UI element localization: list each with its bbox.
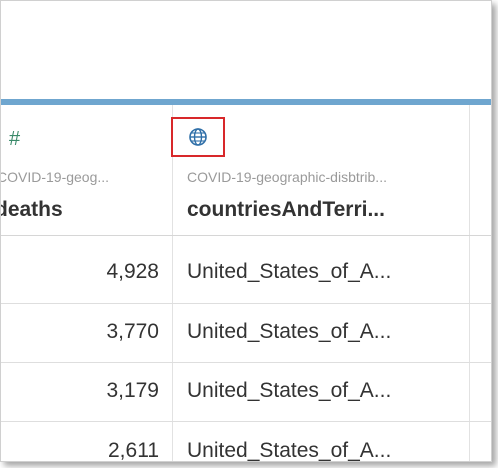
row-divider [1,362,491,363]
number-hash-icon[interactable]: # [9,129,20,149]
deaths-cell: 3,179 [106,379,159,402]
column-divider[interactable] [172,105,173,461]
deaths-cell: 3,770 [106,320,159,343]
column-field-name: deaths [0,198,63,221]
country-cell: United_States_of_A... [187,439,392,462]
row-divider [1,421,491,422]
header-accent-bar [1,99,491,105]
column-source-label: COVID-19-geog... [0,169,110,185]
country-cell: United_States_of_A... [187,379,392,402]
header-divider [1,235,491,236]
country-cell: United_States_of_A... [187,320,392,343]
globe-icon[interactable] [188,127,208,147]
column-field-name: countriesAndTerri... [187,198,385,221]
row-divider [1,303,491,304]
deaths-cell: 2,611 [108,439,159,462]
country-cell: United_States_of_A... [187,260,392,283]
data-preview-panel: # COVID-19-geog... deaths COVID-19-geogr… [0,0,492,462]
column-divider[interactable] [469,105,470,461]
deaths-cell: 4,928 [106,260,159,283]
field-type-highlight[interactable] [171,117,225,157]
column-source-label: COVID-19-geographic-disbtrib... [187,169,387,185]
